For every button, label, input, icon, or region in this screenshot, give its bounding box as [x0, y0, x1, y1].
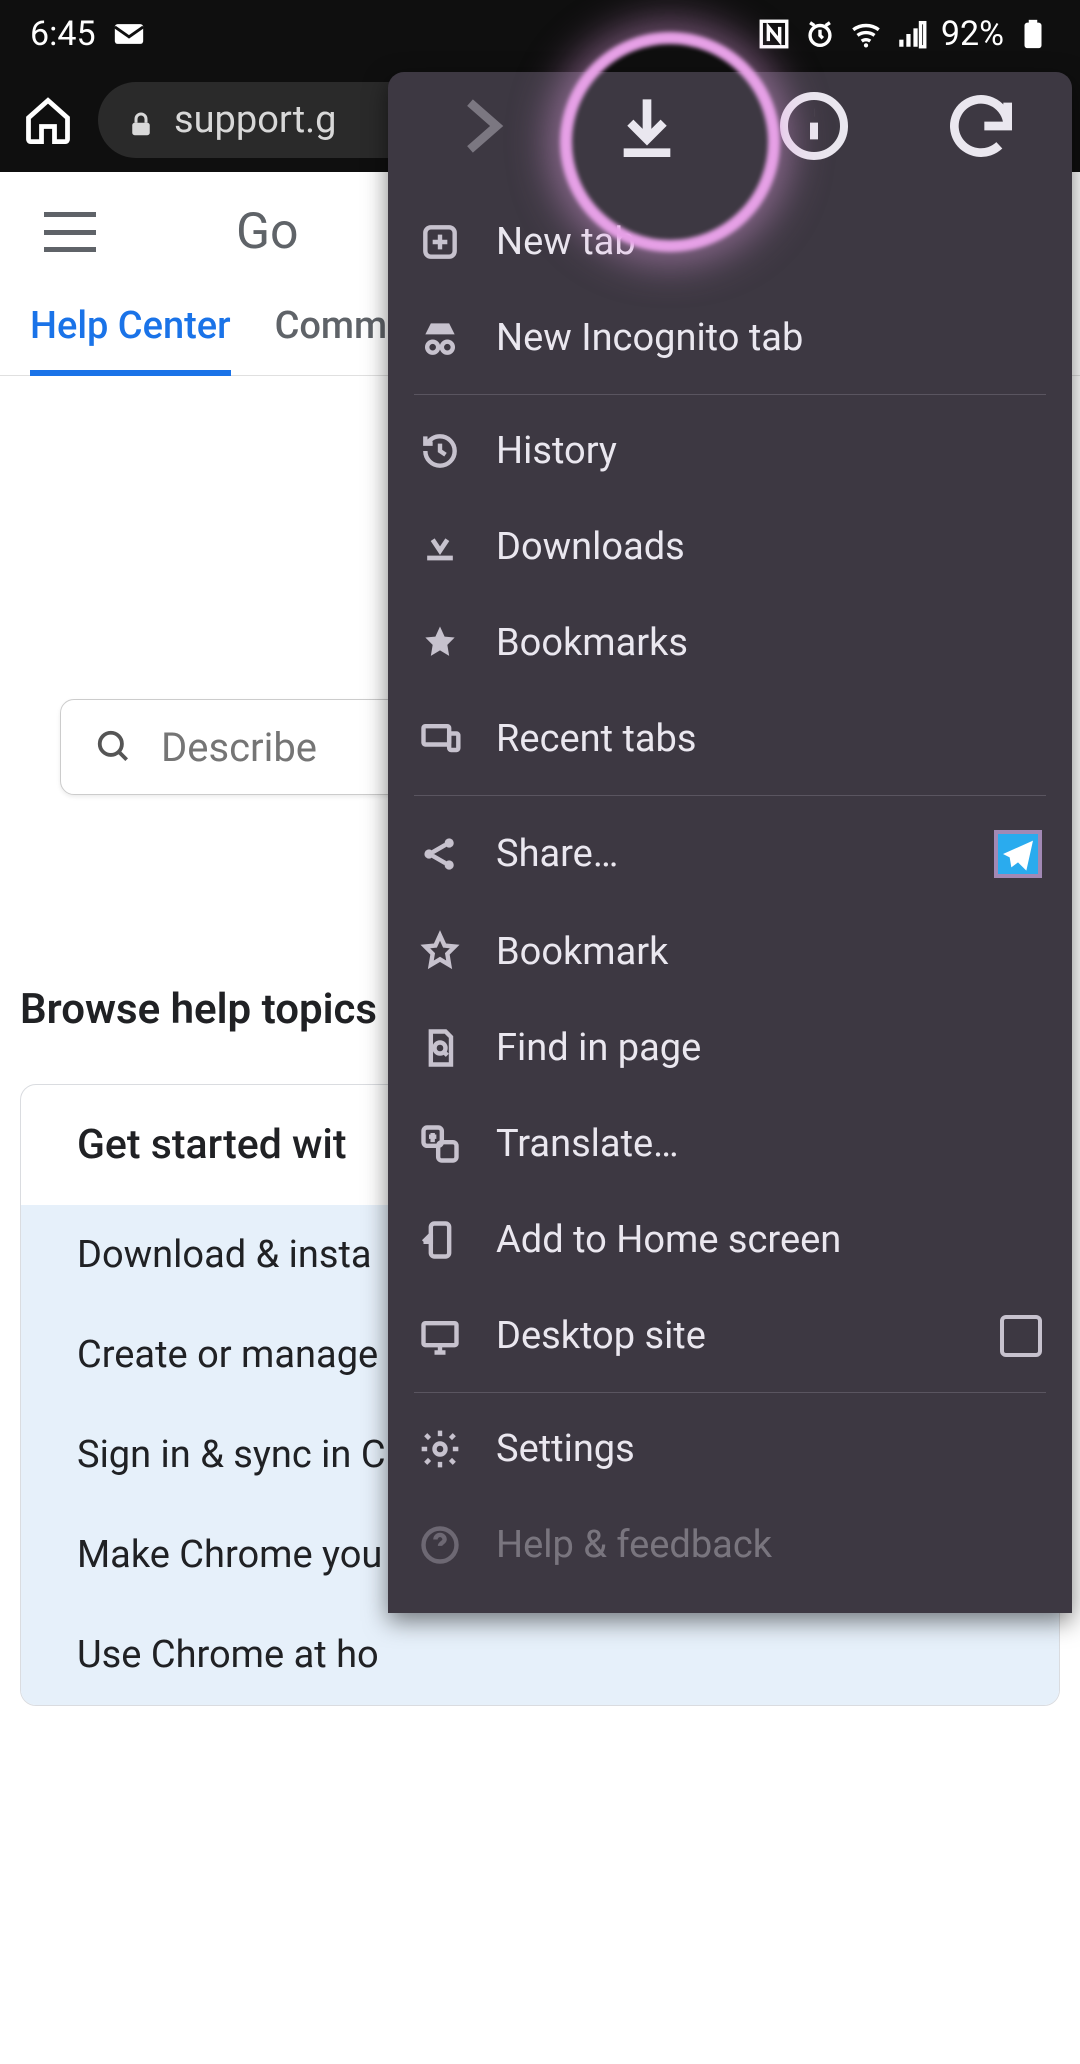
battery-icon: [1016, 17, 1050, 51]
reload-button[interactable]: [921, 86, 1041, 166]
page-logo: Go: [236, 203, 299, 261]
alarm-icon: [803, 17, 837, 51]
menu-label: Share…: [496, 832, 618, 876]
menu-add-to-home[interactable]: Add to Home screen: [388, 1192, 1072, 1288]
menu-label: New tab: [496, 220, 636, 264]
share-icon: [418, 832, 462, 876]
menu-separator: [414, 795, 1046, 796]
desktop-icon: [418, 1314, 462, 1358]
menu-help-feedback[interactable]: Help & feedback: [388, 1497, 1072, 1593]
menu-label: New Incognito tab: [496, 316, 803, 360]
mail-icon: [112, 17, 146, 51]
menu-label: Settings: [496, 1427, 635, 1471]
menu-new-incognito[interactable]: New Incognito tab: [388, 290, 1072, 386]
tab-community[interactable]: Comm: [275, 292, 388, 360]
menu-button[interactable]: [44, 212, 96, 252]
new-tab-icon: [418, 220, 462, 264]
incognito-icon: [418, 316, 462, 360]
status-time: 6:45: [30, 14, 96, 54]
desktop-site-checkbox[interactable]: [1000, 1315, 1042, 1357]
page-info-button[interactable]: [754, 86, 874, 166]
settings-icon: [418, 1427, 462, 1471]
nfc-icon: [757, 17, 791, 51]
menu-label: Downloads: [496, 525, 685, 569]
menu-label: Translate…: [496, 1122, 679, 1166]
downloads-icon: [418, 525, 462, 569]
menu-translate[interactable]: Translate…: [388, 1096, 1072, 1192]
lock-icon: [126, 105, 156, 135]
chrome-overflow-menu: New tab New Incognito tab History Downlo…: [388, 72, 1072, 1613]
menu-label: History: [496, 429, 617, 473]
bookmark-icon: [418, 930, 462, 974]
search-icon: [95, 728, 133, 766]
menu-find-in-page[interactable]: Find in page: [388, 1000, 1072, 1096]
find-in-page-icon: [418, 1026, 462, 1070]
menu-share[interactable]: Share…: [388, 804, 1072, 904]
help-icon: [418, 1523, 462, 1567]
wifi-icon: [849, 17, 883, 51]
menu-settings[interactable]: Settings: [388, 1401, 1072, 1497]
menu-separator: [414, 394, 1046, 395]
menu-new-tab[interactable]: New tab: [388, 194, 1072, 290]
add-to-home-icon: [418, 1218, 462, 1262]
menu-label: Help & feedback: [496, 1523, 772, 1567]
forward-button[interactable]: [420, 86, 540, 166]
menu-label: Find in page: [496, 1026, 701, 1070]
menu-bookmarks[interactable]: Bookmarks: [388, 595, 1072, 691]
menu-bookmark[interactable]: Bookmark: [388, 904, 1072, 1000]
tab-help-center[interactable]: Help Center: [30, 292, 231, 376]
menu-history[interactable]: History: [388, 403, 1072, 499]
menu-separator: [414, 1392, 1046, 1393]
translate-icon: [418, 1122, 462, 1166]
menu-recent-tabs[interactable]: Recent tabs: [388, 691, 1072, 787]
home-button[interactable]: [22, 94, 74, 146]
signal-icon: [895, 17, 929, 51]
telegram-icon: [994, 830, 1042, 878]
history-icon: [418, 429, 462, 473]
battery-percent: 92%: [941, 14, 1004, 54]
download-page-button[interactable]: [587, 86, 707, 166]
menu-downloads[interactable]: Downloads: [388, 499, 1072, 595]
menu-label: Add to Home screen: [496, 1218, 841, 1262]
bookmarks-icon: [418, 621, 462, 665]
url-text: support.g: [174, 98, 337, 142]
menu-label: Recent tabs: [496, 717, 697, 761]
menu-desktop-site[interactable]: Desktop site: [388, 1288, 1072, 1384]
recent-tabs-icon: [418, 717, 462, 761]
menu-label: Desktop site: [496, 1314, 706, 1358]
menu-label: Bookmarks: [496, 621, 688, 665]
topic-item[interactable]: Use Chrome at ho: [21, 1605, 1059, 1705]
search-placeholder: Describe: [161, 724, 317, 771]
menu-label: Bookmark: [496, 930, 668, 974]
status-bar: 6:45 92%: [0, 0, 1080, 68]
